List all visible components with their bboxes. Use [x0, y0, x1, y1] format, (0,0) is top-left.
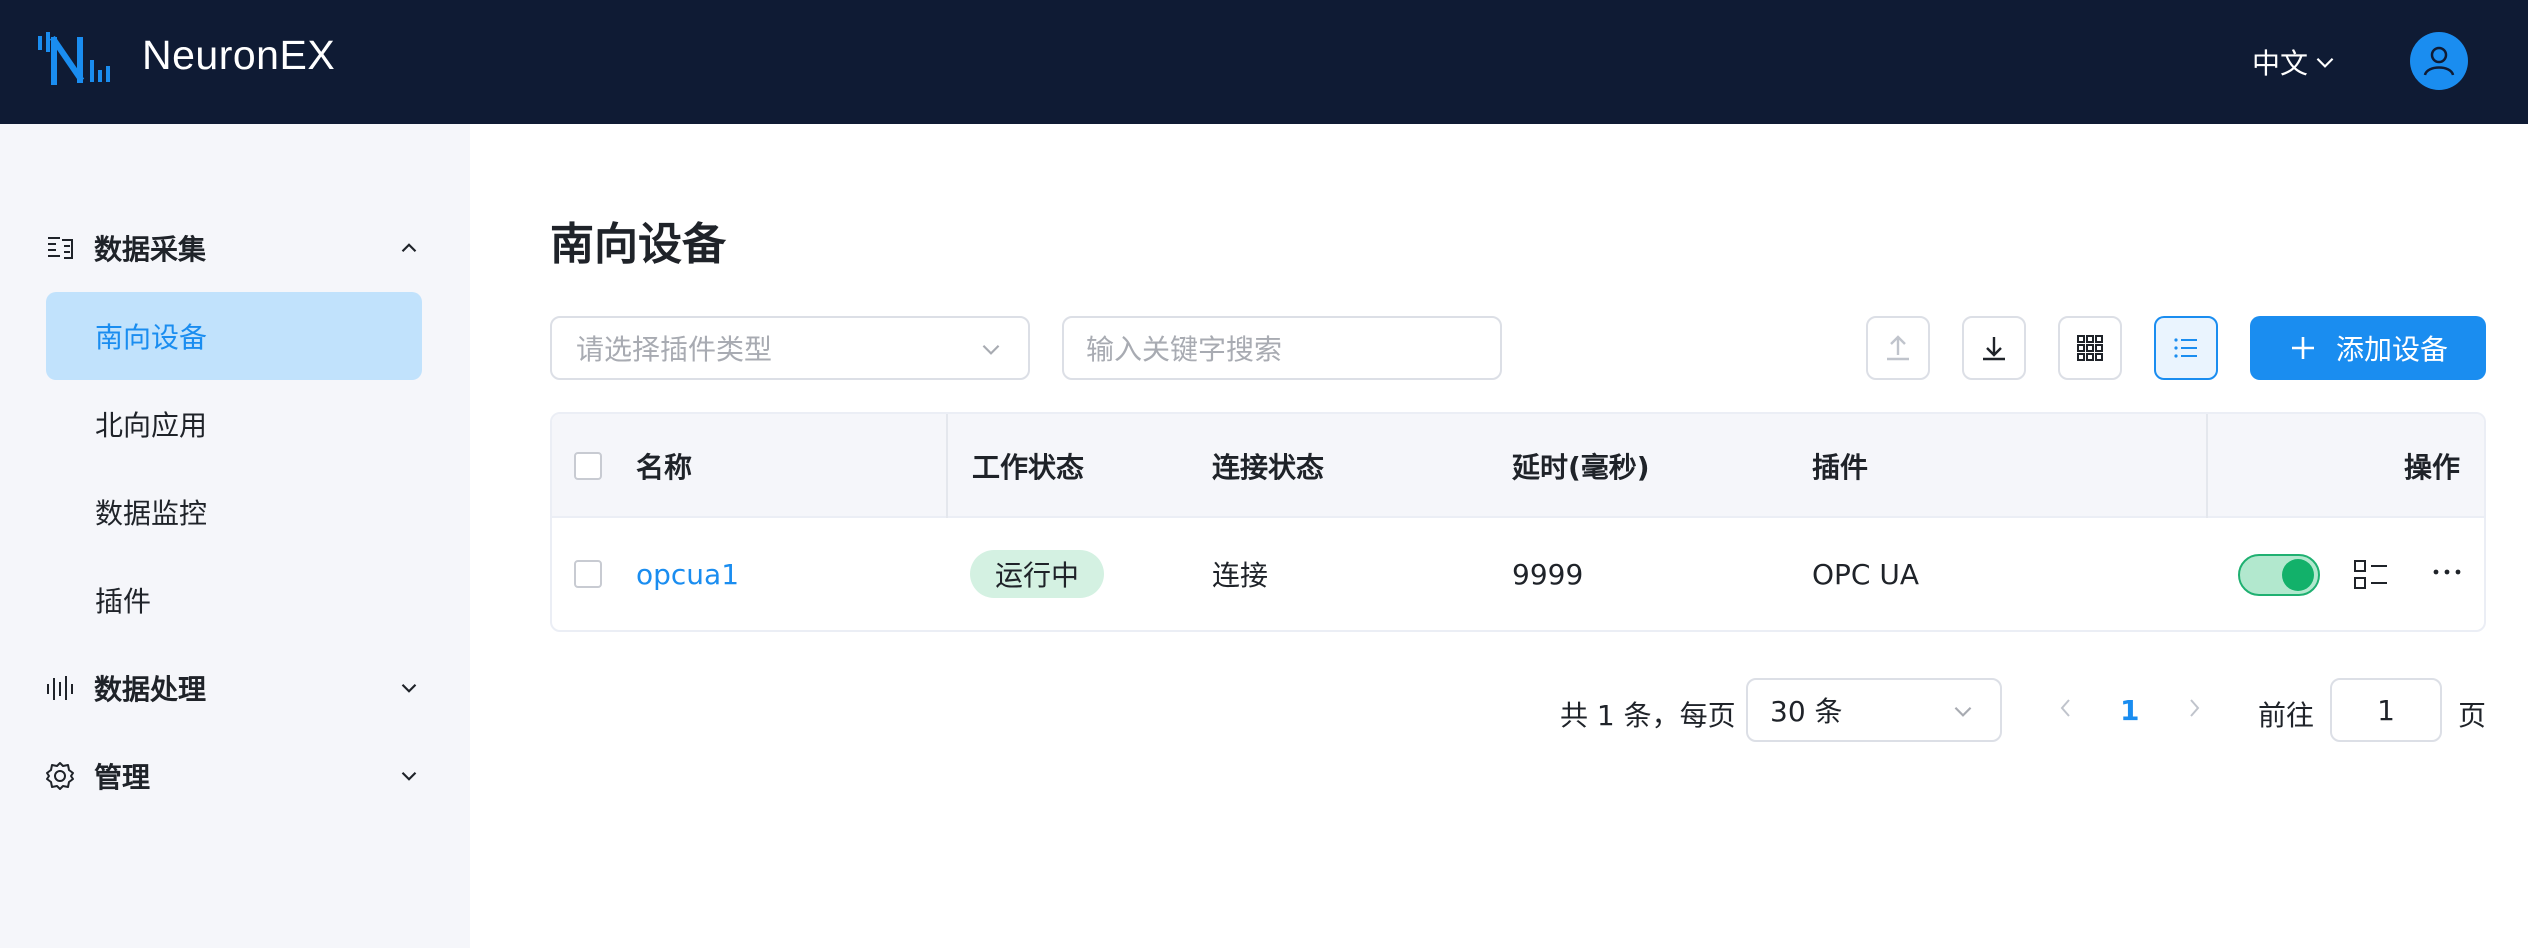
sidebar: 数据采集 南向设备 北向应用 数据监控 插件 数据处理 管理: [0, 124, 470, 948]
table-header: 名称 工作状态 连接状态 延时(毫秒) 插件 操作: [552, 414, 2484, 518]
sidebar-group-data-processing[interactable]: 数据处理: [0, 658, 470, 718]
grid-view-button[interactable]: [2058, 316, 2122, 380]
language-label: 中文: [2252, 47, 2309, 80]
neuronex-logo-icon: [38, 32, 110, 85]
top-header: NeuronEX 中文: [0, 0, 2528, 124]
list-view-icon: [2174, 338, 2197, 358]
chevron-down-icon: [401, 771, 417, 781]
toggle-knob: [2282, 559, 2314, 591]
sidebar-item-data-monitoring[interactable]: 数据监控: [46, 468, 422, 556]
grid-view-icon: [2077, 335, 2103, 361]
user-icon: [2423, 46, 2455, 76]
brand-name: NeuronEX: [142, 32, 336, 78]
plugin-name: OPC UA: [1812, 557, 1920, 591]
language-switcher[interactable]: 中文: [2252, 42, 2338, 82]
import-button[interactable]: [1866, 316, 1930, 380]
delay-value: 9999: [1512, 557, 1584, 591]
sidebar-group-label: 数据采集: [94, 233, 207, 266]
chevron-up-icon: [401, 243, 417, 253]
column-header-actions: 操作: [2404, 451, 2461, 484]
add-device-label: 添加设备: [2335, 333, 2448, 366]
sidebar-item-north-apps[interactable]: 北向应用: [46, 380, 422, 468]
upload-icon: [1887, 335, 1909, 361]
sidebar-item-south-devices[interactable]: 南向设备: [46, 292, 422, 380]
sidebar-group-label: 数据处理: [94, 673, 207, 706]
column-divider: [946, 414, 948, 518]
sidebar-item-plugins[interactable]: 插件: [46, 556, 422, 644]
sidebar-item-label: 北向应用: [95, 409, 208, 442]
group-list-icon[interactable]: [2352, 556, 2390, 594]
page-size-value: 30 条: [1770, 695, 1843, 728]
select-all-checkbox[interactable]: [574, 452, 602, 480]
chevron-down-icon: [1954, 706, 1972, 717]
list-view-button[interactable]: [2154, 316, 2218, 380]
sidebar-item-label: 数据监控: [95, 497, 208, 530]
page-unit-label: 页: [2458, 699, 2487, 732]
search-input[interactable]: 输入关键字搜索: [1062, 316, 1502, 380]
page-number-current[interactable]: 1: [2120, 694, 2139, 727]
sidebar-group-data-collection[interactable]: 数据采集: [0, 218, 470, 278]
column-header-connection: 连接状态: [1212, 451, 1325, 484]
plus-icon: [2291, 337, 2314, 359]
goto-page-input[interactable]: 1: [2330, 678, 2442, 742]
plugin-type-placeholder: 请选择插件类型: [576, 333, 773, 366]
row-checkbox[interactable]: [574, 560, 602, 588]
page-title: 南向设备: [550, 219, 726, 270]
more-options-icon[interactable]: [2428, 556, 2466, 594]
column-header-delay: 延时(毫秒): [1512, 451, 1650, 484]
chevron-down-icon: [2316, 57, 2334, 68]
column-header-work-status: 工作状态: [972, 451, 1085, 484]
sidebar-item-label: 插件: [95, 585, 152, 618]
status-badge: 运行中: [970, 550, 1104, 598]
sidebar-item-label: 南向设备: [95, 321, 208, 354]
chevron-down-icon: [401, 683, 417, 693]
page-size-select[interactable]: 30 条: [1746, 678, 2002, 742]
connection-status: 连接: [1212, 559, 1269, 592]
column-divider: [2206, 414, 2208, 518]
device-name-link[interactable]: opcua1: [636, 518, 739, 630]
export-button[interactable]: [1962, 316, 2026, 380]
add-device-button[interactable]: 添加设备: [2250, 316, 2486, 380]
download-icon: [1983, 337, 2005, 361]
next-page-icon[interactable]: [2180, 694, 2208, 722]
prev-page-icon[interactable]: [2052, 694, 2080, 722]
pagination-total: 共 1 条，每页: [1560, 699, 1736, 732]
gear-icon: [46, 762, 74, 790]
chevron-down-icon: [982, 344, 1000, 355]
data-processing-icon: [47, 676, 73, 700]
user-avatar[interactable]: [2410, 32, 2468, 90]
sidebar-group-management[interactable]: 管理: [0, 746, 470, 806]
sidebar-group-label: 管理: [94, 761, 151, 794]
search-placeholder: 输入关键字搜索: [1086, 333, 1283, 366]
devices-table: 名称 工作状态 连接状态 延时(毫秒) 插件 操作 opcua1 运行中 连接 …: [550, 412, 2486, 632]
data-collection-icon: [48, 237, 73, 259]
plugin-type-select[interactable]: 请选择插件类型: [550, 316, 1030, 380]
column-header-plugin: 插件: [1812, 451, 1869, 484]
goto-label: 前往: [2258, 699, 2315, 732]
column-header-name: 名称: [636, 451, 693, 484]
device-enable-toggle[interactable]: [2238, 554, 2320, 596]
table-row: opcua1 运行中 连接 9999 OPC UA: [552, 518, 2484, 630]
